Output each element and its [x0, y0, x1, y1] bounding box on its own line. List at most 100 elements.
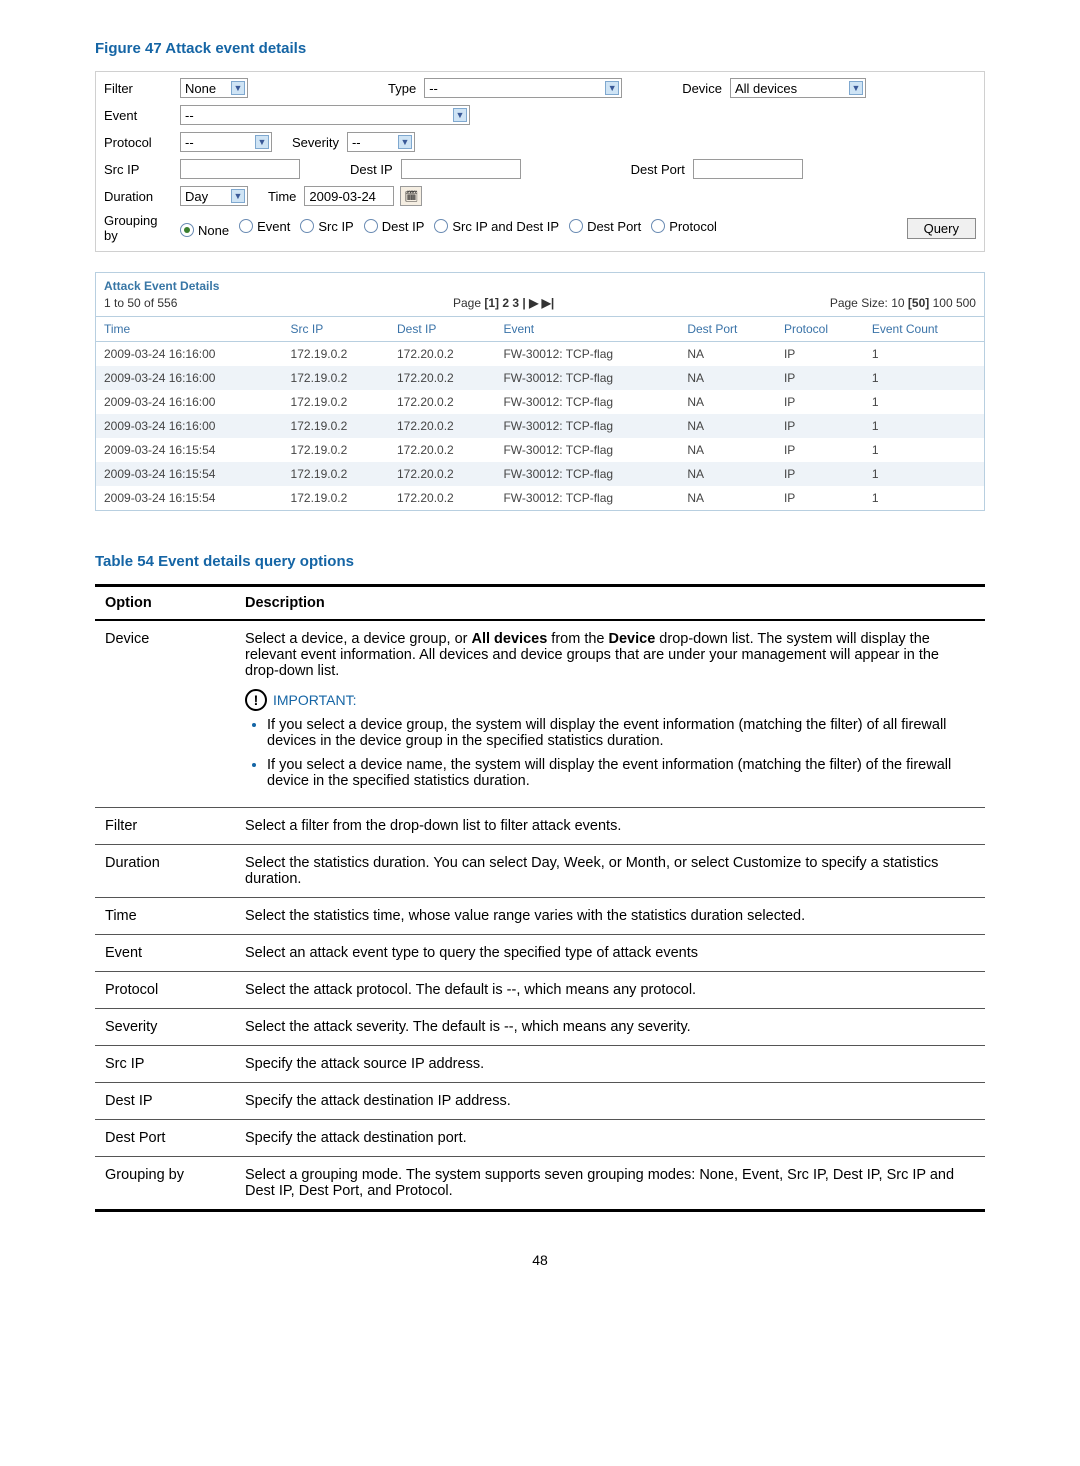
col-header[interactable]: Protocol [776, 317, 864, 342]
table-row: 2009-03-24 16:15:54172.19.0.2172.20.0.2F… [96, 438, 984, 462]
cell: 2009-03-24 16:15:54 [96, 462, 283, 486]
important-label: !IMPORTANT: [245, 689, 975, 711]
option-name: Filter [95, 808, 235, 845]
dest-port-input[interactable] [693, 159, 803, 179]
table-row: Src IPSpecify the attack source IP addre… [95, 1046, 985, 1083]
option-name: Device [95, 620, 235, 808]
duration-label: Duration [104, 189, 180, 204]
option-name: Severity [95, 1009, 235, 1046]
grouping-radio-none[interactable]: None [180, 223, 229, 238]
details-table: TimeSrc IPDest IPEventDest PortProtocolE… [96, 317, 984, 510]
list-item: If you select a device group, the system… [267, 717, 975, 749]
dest-ip-label: Dest IP [330, 162, 401, 177]
table-row: FilterSelect a filter from the drop-down… [95, 808, 985, 845]
page-size-option[interactable]: [50] [905, 296, 930, 310]
event-label: Event [104, 108, 180, 123]
grouping-radio-src-ip[interactable]: Src IP [300, 219, 353, 234]
event-select-value: -- [185, 108, 194, 123]
grouping-radio-src-ip-and-dest-ip[interactable]: Src IP and Dest IP [434, 219, 559, 234]
grouping-radio-dest-ip[interactable]: Dest IP [364, 219, 425, 234]
cell: FW-30012: TCP-flag [495, 366, 679, 390]
calendar-icon[interactable]: 🗓 [400, 186, 422, 206]
option-desc: Specify the attack destination port. [235, 1120, 985, 1157]
table-row: 2009-03-24 16:15:54172.19.0.2172.20.0.2F… [96, 486, 984, 510]
option-name: Event [95, 935, 235, 972]
option-desc: Select the attack protocol. The default … [235, 972, 985, 1009]
cell: IP [776, 486, 864, 510]
option-desc: Select the statistics time, whose value … [235, 898, 985, 935]
option-desc: Specify the attack destination IP addres… [235, 1083, 985, 1120]
option-desc: Specify the attack source IP address. [235, 1046, 985, 1083]
cell: FW-30012: TCP-flag [495, 462, 679, 486]
cell: FW-30012: TCP-flag [495, 438, 679, 462]
device-select[interactable]: All devices▼ [730, 78, 866, 98]
pager-prefix: Page [453, 296, 481, 310]
chevron-down-icon: ▼ [255, 135, 269, 149]
page-size-option[interactable]: 100 [929, 296, 952, 310]
opts-col-description: Description [235, 586, 985, 621]
cell: IP [776, 414, 864, 438]
page-size-option[interactable]: 500 [953, 296, 976, 310]
severity-select[interactable]: --▼ [347, 132, 415, 152]
cell: 1 [864, 438, 984, 462]
dest-port-label: Dest Port [611, 162, 693, 177]
src-ip-input[interactable] [180, 159, 300, 179]
cell: 2009-03-24 16:16:00 [96, 390, 283, 414]
chevron-down-icon: ▼ [453, 108, 467, 122]
type-label: Type [368, 81, 424, 96]
severity-label: Severity [272, 135, 347, 150]
time-input[interactable]: 2009-03-24 [304, 186, 394, 206]
cell: 172.20.0.2 [389, 462, 495, 486]
pager-pages: [1] 2 3 | ▶ ▶| [484, 296, 554, 310]
cell: NA [679, 486, 776, 510]
src-ip-label: Src IP [104, 162, 180, 177]
pager[interactable]: Page [1] 2 3 | ▶ ▶| [453, 296, 554, 310]
cell: 172.19.0.2 [283, 414, 389, 438]
cell: 172.19.0.2 [283, 462, 389, 486]
table-row: DeviceSelect a device, a device group, o… [95, 620, 985, 808]
grouping-radio-protocol[interactable]: Protocol [651, 219, 717, 234]
cell: 172.19.0.2 [283, 342, 389, 367]
cell: IP [776, 342, 864, 367]
col-header[interactable]: Dest Port [679, 317, 776, 342]
dest-ip-input[interactable] [401, 159, 521, 179]
table-row: DurationSelect the statistics duration. … [95, 845, 985, 898]
page-size-options: 10 [50] 100 500 [891, 296, 976, 310]
table-row: 2009-03-24 16:15:54172.19.0.2172.20.0.2F… [96, 462, 984, 486]
col-header[interactable]: Src IP [283, 317, 389, 342]
type-select-value: -- [429, 81, 438, 96]
filter-select[interactable]: None▼ [180, 78, 248, 98]
col-header[interactable]: Event Count [864, 317, 984, 342]
opts-col-option: Option [95, 586, 235, 621]
cell: 172.20.0.2 [389, 366, 495, 390]
page-size-selector[interactable]: Page Size: 10 [50] 100 500 [830, 296, 976, 310]
cell: NA [679, 438, 776, 462]
cell: 172.19.0.2 [283, 438, 389, 462]
option-name: Dest IP [95, 1083, 235, 1120]
chevron-down-icon: ▼ [849, 81, 863, 95]
option-desc: Select a grouping mode. The system suppo… [235, 1157, 985, 1211]
cell: 2009-03-24 16:15:54 [96, 486, 283, 510]
table-row: Grouping bySelect a grouping mode. The s… [95, 1157, 985, 1211]
grouping-radio-event[interactable]: Event [239, 219, 290, 234]
protocol-label: Protocol [104, 135, 180, 150]
chevron-down-icon: ▼ [398, 135, 412, 149]
duration-select[interactable]: Day▼ [180, 186, 248, 206]
grouping-radio-dest-port[interactable]: Dest Port [569, 219, 641, 234]
cell: 1 [864, 486, 984, 510]
option-name: Src IP [95, 1046, 235, 1083]
page-size-option[interactable]: 10 [891, 296, 904, 310]
event-select[interactable]: -- ▼ [180, 105, 470, 125]
query-button[interactable]: Query [907, 218, 976, 239]
col-header[interactable]: Event [495, 317, 679, 342]
list-item: If you select a device name, the system … [267, 757, 975, 789]
type-select[interactable]: --▼ [424, 78, 622, 98]
col-header[interactable]: Dest IP [389, 317, 495, 342]
table-row: Dest IPSpecify the attack destination IP… [95, 1083, 985, 1120]
grouping-radio-group: None Event Src IP Dest IP Src IP and Dest IP… [180, 219, 727, 238]
cell: 172.20.0.2 [389, 342, 495, 367]
figure-caption: Figure 47 Attack event details [95, 40, 985, 57]
col-header[interactable]: Time [96, 317, 283, 342]
protocol-select[interactable]: --▼ [180, 132, 272, 152]
device-label: Device [662, 81, 730, 96]
